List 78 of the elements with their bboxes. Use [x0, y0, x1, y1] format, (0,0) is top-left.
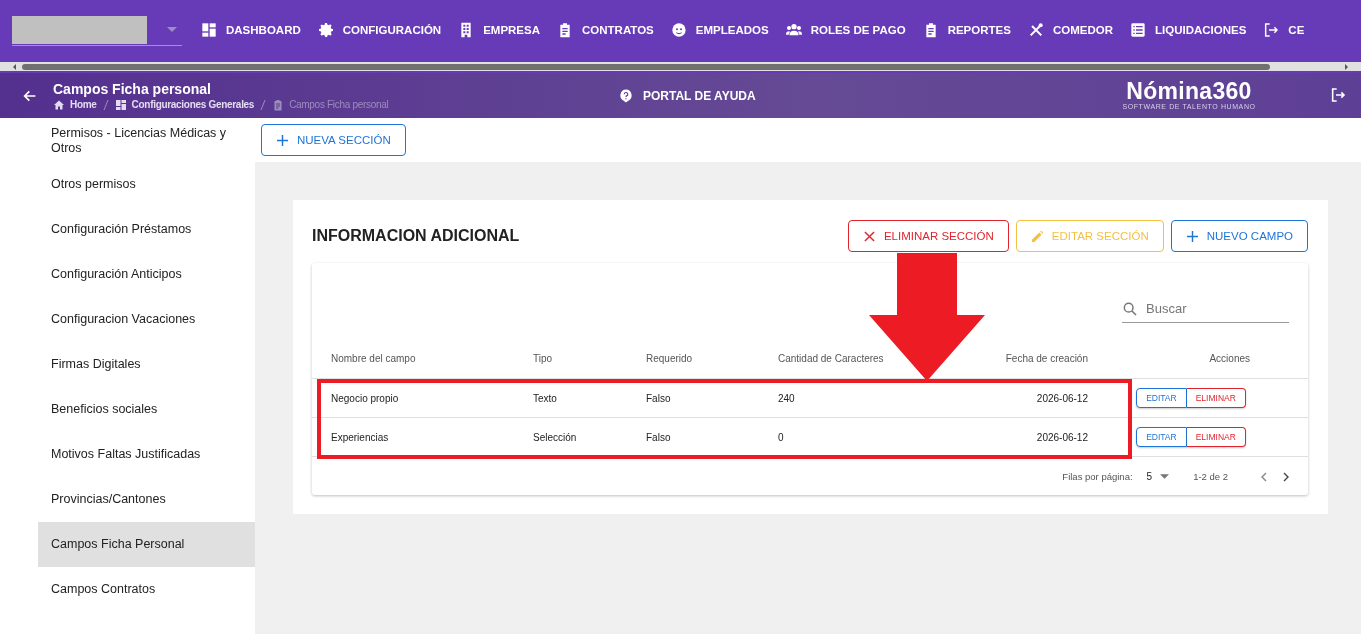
clipboard-icon: [272, 98, 285, 111]
nav-menu-item[interactable]: EMPRESA: [456, 12, 548, 48]
people-icon: [785, 22, 802, 38]
nav-menu-item[interactable]: CONFIGURACIÓN: [315, 12, 450, 48]
sidebar-item[interactable]: Permisos - Licencias Médicas y Otros: [38, 118, 255, 162]
breadcrumb-link[interactable]: Configuraciones Generales: [114, 98, 255, 111]
settings-icon: [317, 22, 334, 38]
plus-icon: [1186, 230, 1198, 242]
sidebar-item[interactable]: Firmas Digitales: [38, 342, 255, 387]
column-header: Nombre del campo: [330, 353, 417, 364]
pencil-icon: [1031, 230, 1043, 242]
plus-icon: [277, 134, 288, 146]
grid-icon: [114, 98, 127, 111]
nav-menu-item[interactable]: COMEDOR: [1025, 12, 1121, 48]
column-header: Fecha de creación: [1004, 353, 1088, 364]
horizontal-scrollbar[interactable]: [0, 60, 1361, 73]
sidebar-item[interactable]: Beneficios sociales: [38, 387, 255, 432]
edit-button[interactable]: EDITAR: [1136, 427, 1187, 447]
logout-button[interactable]: [1329, 86, 1347, 105]
delete-button[interactable]: ELIMINAR: [1186, 388, 1246, 408]
help-icon: [619, 88, 633, 103]
home-icon: [53, 98, 65, 111]
sidebar-item[interactable]: Configuracion Vacaciones: [38, 297, 255, 342]
column-header: Cantidad de Caracteres: [777, 353, 885, 364]
nav-menu-item[interactable]: DASHBOARD: [199, 12, 309, 48]
rows-per-page-select[interactable]: 5: [1146, 470, 1170, 482]
account-select[interactable]: [12, 14, 182, 46]
rows-per-page-label: Filas por página:: [1062, 470, 1133, 482]
logo-text: Nómina360: [1126, 80, 1252, 102]
list-icon: [1129, 22, 1146, 38]
nav-menu-item[interactable]: REPORTES: [920, 12, 1019, 48]
sidebar-item[interactable]: Provincias/Cantones: [38, 477, 255, 522]
new-section-button[interactable]: NUEVA SECCIÓN: [261, 124, 406, 156]
nav-menu-item[interactable]: ROLES DE PAGO: [783, 12, 914, 48]
nav-menu-item[interactable]: CE: [1261, 12, 1313, 48]
nav-menu-item[interactable]: EMPLEADOS: [668, 12, 777, 48]
face-icon: [670, 22, 687, 38]
column-header: Tipo: [532, 353, 554, 364]
grid-icon: [201, 22, 217, 38]
delete-button[interactable]: ELIMINAR: [1186, 427, 1246, 447]
table-cell-text: Negocio propio: [330, 392, 400, 404]
breadcrumb-link[interactable]: Home: [53, 98, 97, 111]
nav-menu-item[interactable]: LIQUIDACIONES: [1127, 12, 1255, 48]
table-cell-text: Texto: [532, 392, 558, 404]
caret-icon: [1160, 473, 1170, 479]
sidebar-item[interactable]: Otros permisos: [38, 162, 255, 207]
sidebar-item[interactable]: Motivos Faltas Justificadas: [38, 432, 255, 477]
section-title: INFORMACION ADICIONAL: [312, 227, 520, 245]
delete-section-button[interactable]: ELIMINAR SECCIÓN: [847, 220, 1009, 252]
edit-button[interactable]: EDITAR: [1136, 388, 1187, 408]
utensils-icon: [1027, 22, 1044, 38]
page-range: 1-2 de 2: [1193, 470, 1228, 482]
logout-icon: [1263, 22, 1280, 38]
clipboard-icon: [557, 22, 573, 38]
new-field-button[interactable]: NUEVO CAMPO: [1170, 220, 1308, 252]
column-header: Acciones: [1208, 353, 1251, 364]
sidebar-item[interactable]: Configuración Préstamos: [38, 207, 255, 252]
table-cell-text: 2026-06-12: [1035, 392, 1088, 404]
close-icon: [863, 230, 875, 242]
sidebar-item[interactable]: Campos Ficha Personal: [38, 522, 255, 567]
breadcrumb-separator-icon: [260, 98, 267, 111]
table-cell-text: Falso: [645, 392, 672, 404]
table-cell-text: 2026-06-12: [1035, 431, 1088, 443]
nav-menu-item[interactable]: CONTRATOS: [555, 12, 662, 48]
column-header: Requerido: [645, 353, 694, 364]
search-field[interactable]: Buscar: [1144, 300, 1274, 317]
table-cell-text: Experiencias: [330, 431, 390, 443]
sidebar-item[interactable]: Campos Contratos: [38, 567, 255, 612]
breadcrumb-separator-icon: [102, 98, 109, 111]
caret-icon: [167, 27, 177, 32]
page-title: Campos Ficha personal: [53, 80, 212, 98]
sidebar-item[interactable]: Configuración Anticipos: [38, 252, 255, 297]
table-cell-text: 0: [777, 431, 785, 443]
table-cell-text: 240: [777, 392, 796, 404]
table-cell-text: Selección: [532, 431, 578, 443]
table-cell-text: Falso: [645, 431, 672, 443]
help-portal-link[interactable]: PORTAL DE AYUDA: [619, 88, 1109, 103]
search-icon: [1122, 300, 1138, 317]
